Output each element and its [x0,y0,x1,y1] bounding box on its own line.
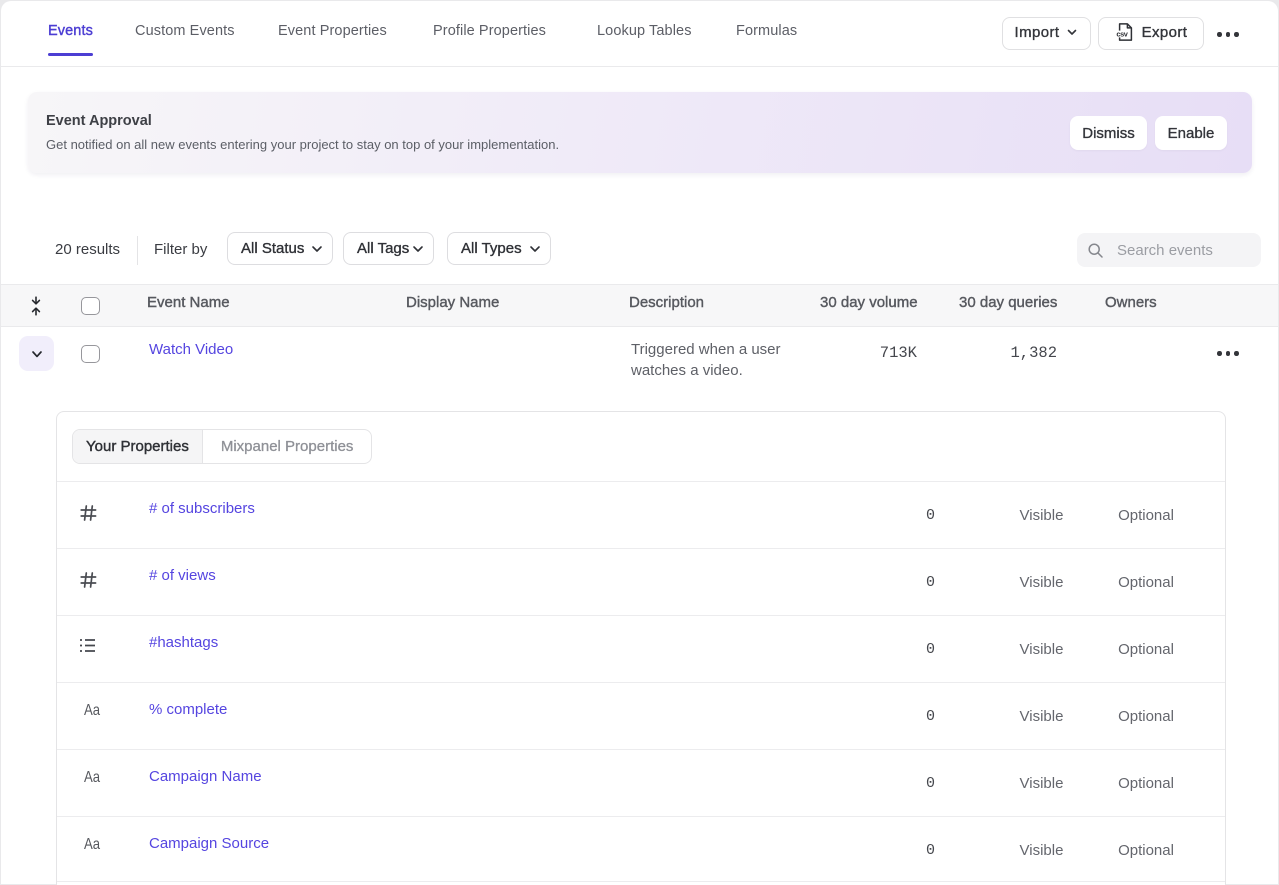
svg-text:csv: csv [1116,29,1128,38]
